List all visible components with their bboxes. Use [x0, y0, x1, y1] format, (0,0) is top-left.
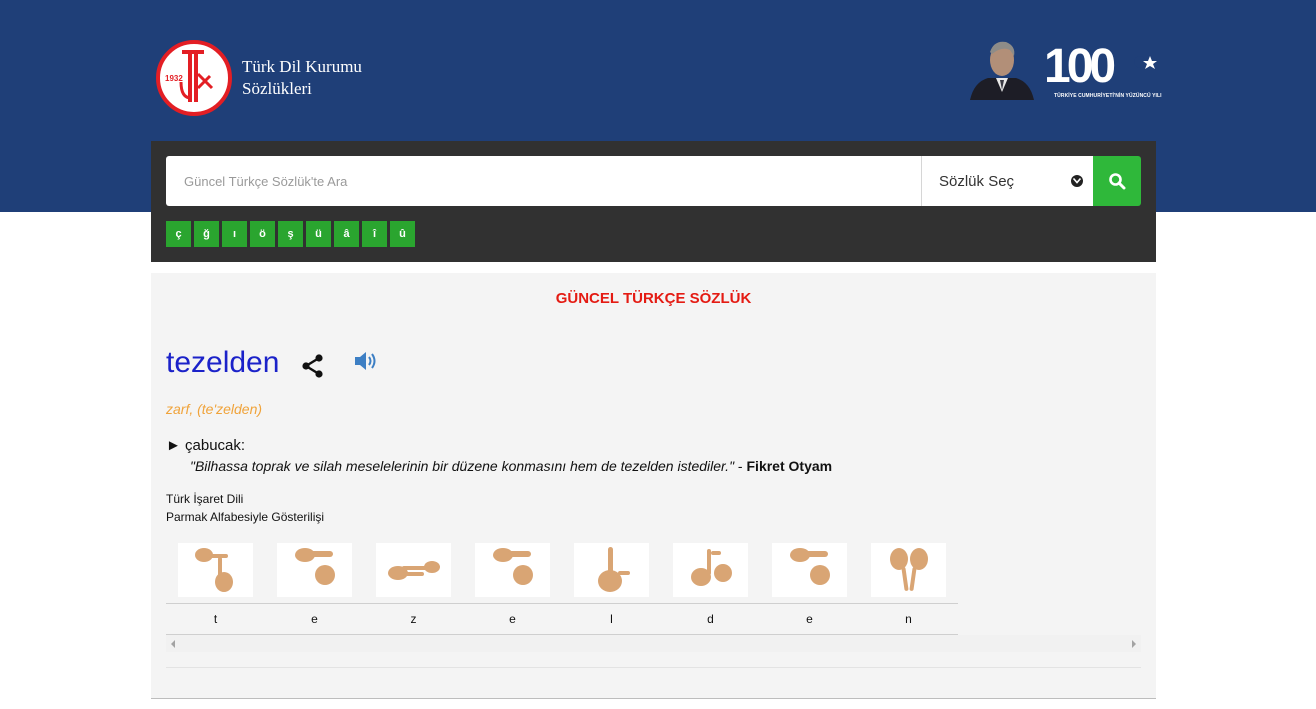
- brand-line-2: Sözlükleri: [242, 79, 312, 98]
- example-author: Fikret Otyam: [746, 458, 833, 474]
- hand-sign-image: [673, 543, 748, 597]
- letter-button[interactable]: ü: [306, 221, 331, 247]
- letter-button[interactable]: ı: [222, 221, 247, 247]
- centennial-subtitle: TÜRKİYE CUMHURİYETİ'NİN YÜZÜNCÜ YILI: [1054, 93, 1162, 99]
- chevron-down-icon: [1071, 175, 1083, 187]
- sign-letters-row: t e z e l d e n: [166, 603, 958, 635]
- meaning-marker: ►: [166, 437, 181, 454]
- meaning-text: çabucak:: [185, 437, 246, 454]
- example-separator: -: [734, 458, 747, 474]
- letter-button[interactable]: î: [362, 221, 387, 247]
- sign-letter: e: [311, 612, 318, 626]
- letter-button[interactable]: û: [390, 221, 415, 247]
- logo-year: 1932: [165, 74, 183, 83]
- letter-button[interactable]: ş: [278, 221, 303, 247]
- hand-sign-image: [277, 543, 352, 597]
- dictionary-title: GÜNCEL TÜRKÇE SÖZLÜK: [555, 290, 752, 307]
- special-letters-bar: ç ğ ı ö ş ü â î û: [166, 221, 415, 247]
- hand-sign-image: [376, 543, 451, 597]
- sign-letter: t: [213, 612, 218, 626]
- search-panel: Sözlük Seç ç ğ ı ö ş ü â î û: [151, 141, 1156, 262]
- dictionary-select[interactable]: Sözlük Seç: [921, 156, 1093, 206]
- hand-sign-image: [574, 543, 649, 597]
- scroll-left-icon[interactable]: [171, 640, 175, 648]
- sign-letter: d: [707, 612, 714, 626]
- sign-letter: e: [509, 612, 516, 626]
- scroll-right-icon[interactable]: [1132, 640, 1136, 648]
- search-input[interactable]: [166, 156, 921, 206]
- part-of-speech: zarf, (te'zelden): [166, 401, 263, 417]
- hand-sign-image: [772, 543, 847, 597]
- sign-language-title: Türk İşaret Dili: [166, 492, 244, 506]
- brand-line-1: Türk Dil Kurumu: [242, 57, 362, 76]
- headword: tezelden: [166, 346, 280, 379]
- letter-button[interactable]: ğ: [194, 221, 219, 247]
- letter-button[interactable]: ö: [250, 221, 275, 247]
- search-button[interactable]: [1093, 156, 1141, 206]
- meaning: ► çabucak:: [166, 437, 245, 454]
- sign-letter: n: [905, 612, 912, 626]
- horizontal-scrollbar[interactable]: [166, 635, 1141, 652]
- letter-button[interactable]: â: [334, 221, 359, 247]
- letter-button[interactable]: ç: [166, 221, 191, 247]
- dictionary-select-label: Sözlük Seç: [939, 172, 1015, 190]
- example-quote: "Bilhassa toprak ve silah meselelerinin …: [190, 458, 735, 474]
- brand-name: Türk Dil Kurumu Sözlükleri: [242, 56, 362, 100]
- speaker-icon[interactable]: [353, 350, 379, 372]
- tdk-emblem-icon: 1932: [156, 40, 232, 116]
- hand-sign-image: [871, 543, 946, 597]
- centennial-number: 100: [1044, 40, 1114, 93]
- sign-language-subtitle: Parmak Alfabesiyle Gösterilişi: [166, 510, 325, 524]
- hand-sign-image: [475, 543, 550, 597]
- example-sentence: "Bilhassa toprak ve silah meselelerinin …: [190, 458, 832, 474]
- hand-sign-image: [178, 543, 253, 597]
- portrait-image: [968, 38, 1034, 100]
- divider: [166, 667, 1141, 668]
- share-icon[interactable]: [301, 353, 325, 379]
- result-panel: GÜNCEL TÜRKÇE SÖZLÜK tezelden zarf, (te'…: [151, 273, 1156, 699]
- site-logo[interactable]: 1932 Türk Dil Kurumu Sözlükleri: [156, 40, 362, 116]
- sign-table: t e z e l d e n: [166, 541, 958, 635]
- sign-images-row: [166, 541, 958, 603]
- sign-letter: z: [410, 612, 417, 626]
- sign-letter: e: [806, 612, 813, 626]
- search-icon: [1109, 173, 1126, 190]
- sign-letter: l: [610, 612, 613, 626]
